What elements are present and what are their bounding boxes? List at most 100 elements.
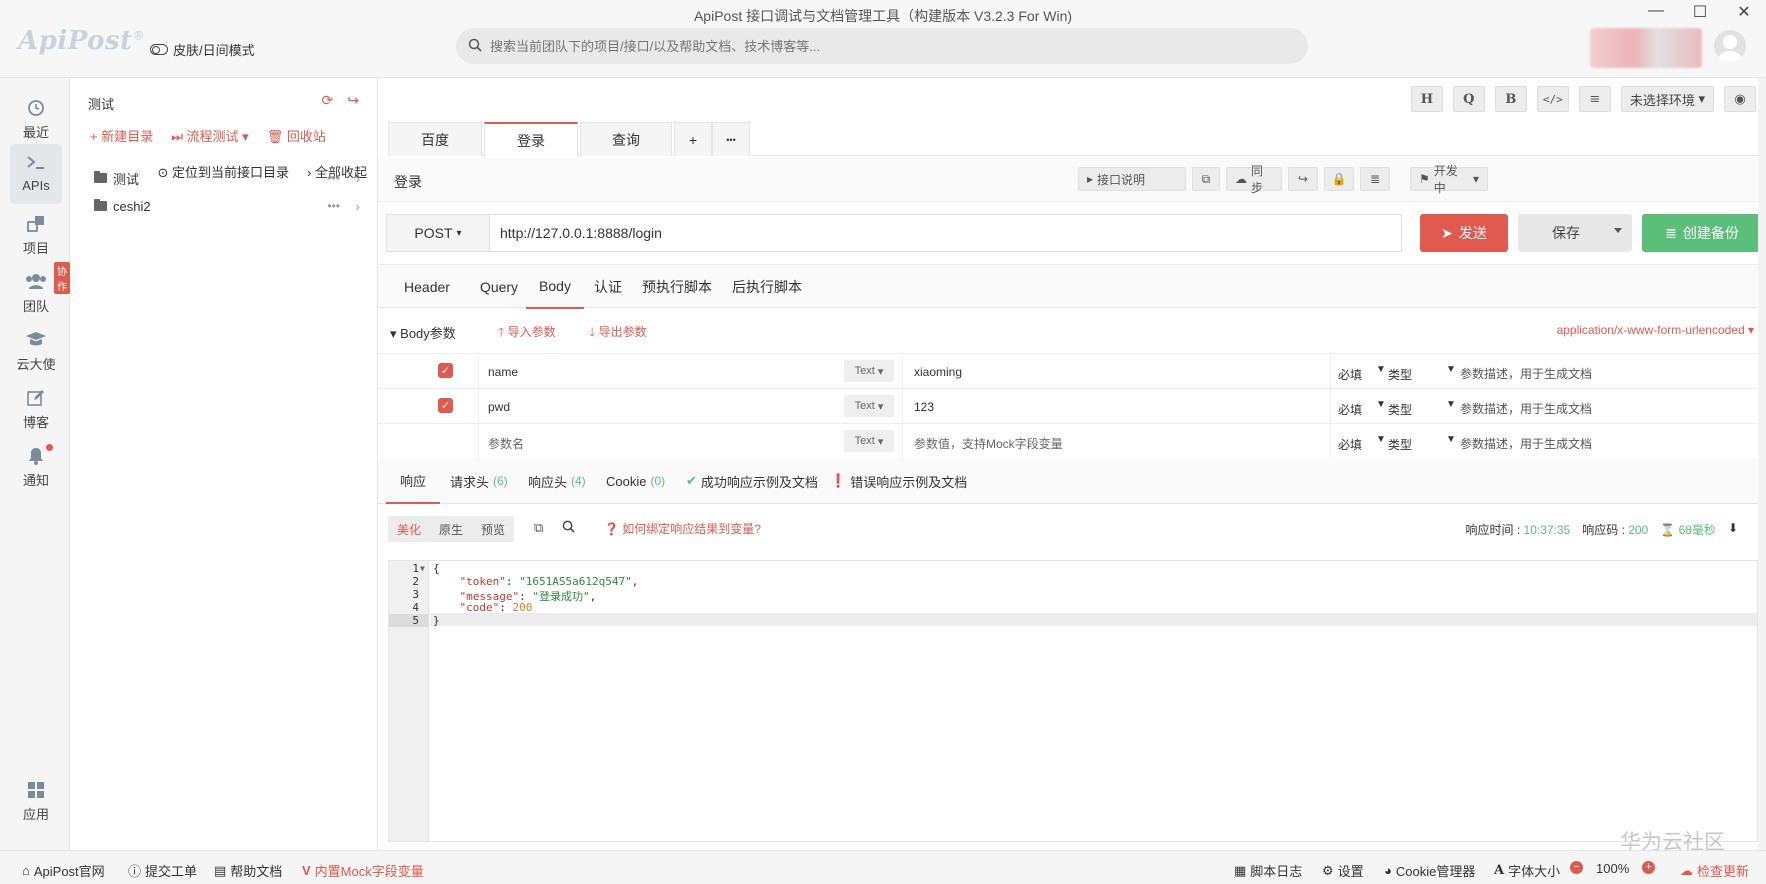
required-select[interactable]: 必填 [1338, 401, 1362, 418]
nav-projects[interactable]: 项目 [10, 208, 62, 264]
tree-folder[interactable]: ceshi2 ••• › [94, 193, 362, 219]
value-type-select[interactable]: Text ▾ [844, 395, 894, 417]
env-select[interactable]: 未选择环境 ▾ [1620, 86, 1714, 112]
search-input[interactable] [490, 38, 1270, 54]
content-type-select[interactable]: application/x-www-form-urlencoded ▾ [1557, 323, 1754, 337]
required-select[interactable]: 必填 [1338, 436, 1362, 453]
vertical-scrollbar[interactable] [1758, 78, 1766, 850]
global-search[interactable] [456, 28, 1308, 64]
chevron-down-icon[interactable]: ▼ [1446, 434, 1456, 445]
chevron-right-icon[interactable]: › [356, 171, 360, 186]
more-icon[interactable]: ••• [327, 199, 340, 213]
tab-body[interactable]: Body [526, 265, 584, 309]
nav-recent[interactable]: 最近 [10, 92, 62, 148]
script-log-button[interactable]: ▦ 脚本日志 [1234, 861, 1302, 880]
param-key[interactable]: name [488, 365, 518, 379]
api-doc-button[interactable]: ▸ 接口说明 [1078, 167, 1186, 191]
close-icon[interactable]: ✕ [1736, 2, 1752, 22]
tab-request-headers[interactable]: 请求头 (6) [450, 458, 508, 504]
share-icon[interactable]: ↪ [1288, 167, 1318, 191]
view-raw[interactable]: 原生 [439, 521, 463, 538]
import-params-button[interactable]: 🡑 导入参数 [498, 323, 556, 344]
tab-pre-script[interactable]: 预执行脚本 [632, 265, 722, 309]
row-checkbox[interactable]: ✓ [438, 363, 453, 378]
download-icon[interactable]: ⬇ [1728, 521, 1738, 538]
tab-auth[interactable]: 认证 [584, 265, 632, 309]
param-value[interactable]: 参数值，支持Mock字段变量 [914, 435, 1063, 452]
submit-ticket-link[interactable]: ⓘ 提交工单 [128, 861, 197, 880]
row-checkbox[interactable]: ✓ [438, 398, 453, 413]
tab-post-script[interactable]: 后执行脚本 [722, 265, 812, 309]
value-type-select[interactable]: Text ▾ [844, 430, 894, 452]
response-editor[interactable]: 1 ▼ { 2 "token": "1651AS5a612q547", 3 "m… [388, 560, 1758, 842]
param-key[interactable]: 参数名 [488, 435, 524, 452]
param-desc[interactable]: 参数描述，用于生成文档 [1460, 365, 1592, 382]
user-info-blurred[interactable] [1590, 28, 1702, 68]
param-key[interactable]: pwd [488, 400, 510, 414]
code-icon[interactable]: </> [1536, 86, 1569, 112]
q-button[interactable]: Q [1452, 86, 1485, 112]
chevron-down-icon[interactable]: ▼ [1446, 399, 1456, 410]
chevron-down-icon[interactable]: ▼ [1446, 364, 1456, 375]
new-dir-button[interactable]: + 新建目录 [90, 126, 153, 145]
share-icon[interactable]: ↪ [347, 92, 359, 109]
send-button[interactable]: ➤ 发送 [1420, 214, 1508, 252]
flow-test-button[interactable]: ⏭ 流程测试 ▾ [171, 126, 248, 145]
search-icon[interactable] [562, 520, 575, 536]
tab-cookie[interactable]: Cookie (0) [606, 458, 665, 504]
nav-notifications[interactable]: 通知 [10, 440, 62, 496]
param-desc[interactable]: 参数描述，用于生成文档 [1460, 435, 1592, 452]
tab-baidu[interactable]: 百度 [388, 122, 482, 156]
param-value[interactable]: xiaoming [914, 365, 962, 379]
tab-query-params[interactable]: Query [468, 265, 530, 309]
maximize-icon[interactable]: ☐ [1692, 2, 1708, 22]
view-preview[interactable]: 预览 [481, 521, 505, 538]
backup-button[interactable]: ≣ 创建备份 [1642, 214, 1762, 252]
database-icon[interactable]: ≣ [1360, 167, 1390, 191]
tab-login[interactable]: 登录 [484, 122, 578, 157]
sync-button[interactable]: ☁ 同步 [1226, 164, 1282, 195]
minimize-icon[interactable]: — [1648, 2, 1664, 22]
mock-vars-link[interactable]: V 内置Mock字段变量 [302, 861, 424, 880]
param-desc[interactable]: 参数描述，用于生成文档 [1460, 400, 1592, 417]
recycle-button[interactable]: 🗑 回收站 [267, 126, 326, 145]
nav-ambassador[interactable]: 云大使 [10, 324, 62, 380]
fold-icon[interactable]: ▼ [420, 564, 425, 573]
zoom-in-button[interactable]: + [1642, 861, 1655, 874]
value-type-select[interactable]: Text ▾ [844, 360, 894, 382]
status-select[interactable]: ⚑ 开发中 ▾ [1410, 164, 1488, 195]
tree-folder[interactable]: 测试 ••• › [94, 165, 362, 191]
help-doc-link[interactable]: ▤ 帮助文档 [214, 861, 282, 880]
b-button[interactable]: B [1494, 86, 1527, 112]
field-type-select[interactable]: 类型 [1388, 366, 1412, 383]
eye-icon[interactable]: ◉ [1724, 86, 1756, 112]
skin-toggle[interactable]: 皮肤/日间模式 [150, 40, 255, 59]
tab-response-headers[interactable]: 响应头 (4) [528, 458, 586, 504]
tab-error-example[interactable]: ❗ 错误响应示例及文档 [830, 458, 967, 504]
refresh-icon[interactable]: ⟳ [322, 92, 334, 109]
official-site-link[interactable]: ⌂ ApiPost官网 [22, 861, 105, 880]
chevron-down-icon[interactable]: ▼ [1376, 399, 1386, 410]
method-select[interactable]: POST ▾ [386, 214, 490, 252]
body-params-toggle[interactable]: ▾ Body参数 [390, 323, 456, 342]
zoom-out-button[interactable]: − [1570, 861, 1583, 874]
sliders-icon[interactable]: ≡ [1578, 86, 1611, 112]
view-pretty[interactable]: 美化 [397, 521, 421, 538]
chevron-down-icon[interactable]: ▼ [1376, 364, 1386, 375]
required-select[interactable]: 必填 [1338, 366, 1362, 383]
more-tabs-button[interactable]: ••• [712, 122, 750, 156]
nav-blog[interactable]: 博客 [10, 382, 62, 438]
field-type-select[interactable]: 类型 [1388, 401, 1412, 418]
settings-button[interactable]: ⚙ 设置 [1322, 861, 1364, 880]
nav-apis[interactable]: APIs [10, 144, 62, 204]
tab-header[interactable]: Header [386, 265, 468, 309]
chevron-down-icon[interactable]: ▼ [1376, 434, 1386, 445]
chevron-right-icon[interactable]: › [356, 199, 360, 214]
add-tab-button[interactable]: + [674, 122, 712, 156]
more-icon[interactable]: ••• [327, 171, 340, 185]
tab-response[interactable]: 响应 [386, 458, 441, 504]
param-value[interactable]: 123 [914, 400, 934, 414]
save-button[interactable]: 保存 [1518, 214, 1632, 252]
lock-icon[interactable]: 🔒 [1324, 167, 1354, 191]
bind-help-link[interactable]: ❓ 如何绑定响应结果到变量? [604, 520, 761, 537]
